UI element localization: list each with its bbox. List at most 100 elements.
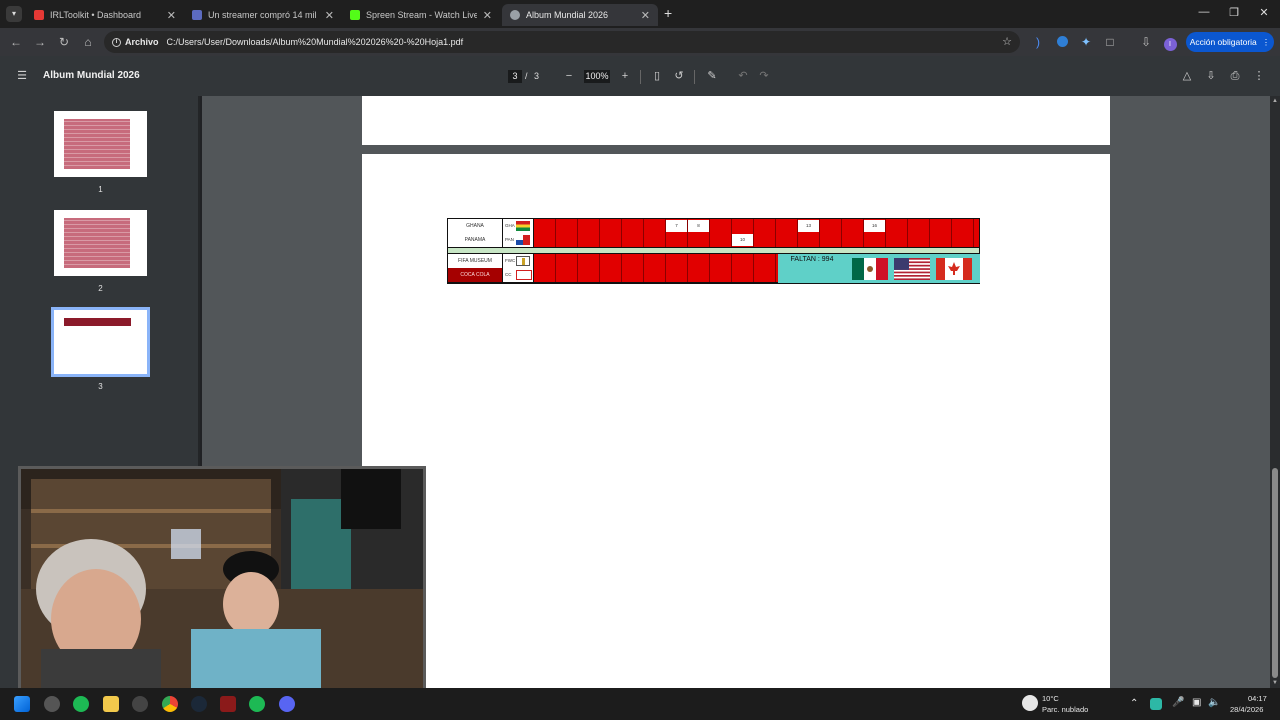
page-thumbnail-2[interactable] xyxy=(54,210,147,276)
tab-irltoolkit[interactable]: IRLToolkit • Dashboard ✕ xyxy=(26,4,184,26)
extensions-puzzle-icon[interactable]: □ xyxy=(1102,34,1118,50)
extension-blue-icon[interactable] xyxy=(1054,34,1070,50)
thumbnail-label: 3 xyxy=(98,382,103,391)
row-code-text: GHA xyxy=(505,223,515,228)
download-icon[interactable]: ⇩ xyxy=(1204,69,1218,83)
mexico-flag xyxy=(852,258,888,280)
page-thumbnail-3[interactable] xyxy=(51,307,150,377)
panama-flag-icon xyxy=(516,235,530,245)
scroll-down-icon[interactable]: ▼ xyxy=(1272,680,1278,686)
browser-toolbar: ← → ↻ ⌂ i Archivo C:/Users/User/Downloads… xyxy=(0,28,1280,56)
media-app-icon[interactable] xyxy=(220,696,236,712)
canada-flag xyxy=(936,258,972,280)
zoom-input[interactable]: 100% xyxy=(584,70,610,83)
discord-icon[interactable] xyxy=(279,696,295,712)
row-code: CC xyxy=(503,268,533,282)
microphone-icon[interactable]: 🎤 xyxy=(1172,697,1184,708)
tab-search-button[interactable]: ▾ xyxy=(6,6,22,22)
account-initial: I xyxy=(1163,38,1177,51)
display-icon[interactable]: ▣ xyxy=(1192,697,1201,708)
tab-album-mundial[interactable]: Album Mundial 2026 ✕ xyxy=(502,4,658,26)
redo-icon[interactable]: ↷ xyxy=(757,69,771,83)
tab-title: Un streamer compró 14 mil fig… xyxy=(208,10,319,20)
scrollbar-thumb[interactable] xyxy=(1272,468,1278,678)
usa-flag xyxy=(894,258,930,280)
close-tab-icon[interactable]: ✕ xyxy=(167,9,176,22)
volume-icon[interactable]: 🔈 xyxy=(1208,697,1220,708)
row-label: FIFA MUSEUM xyxy=(448,254,502,268)
app-icon[interactable] xyxy=(44,696,60,712)
owned-sticker-cell: 10 xyxy=(732,234,753,246)
file-chip[interactable]: i Archivo xyxy=(112,37,159,47)
weather-desc: Parc. nublado xyxy=(1042,705,1089,714)
row-label: COCA COLA xyxy=(448,268,502,282)
star-icon[interactable]: ☆ xyxy=(1002,35,1012,48)
extension-audio-icon[interactable]: ) xyxy=(1030,34,1046,50)
tab-title: IRLToolkit • Dashboard xyxy=(50,10,142,20)
tab-streamer-article[interactable]: Un streamer compró 14 mil fig… ✕ xyxy=(184,4,342,26)
row-code-text: PAN xyxy=(505,237,514,242)
more-options-icon[interactable]: ⋮ xyxy=(1252,69,1266,83)
clock-time[interactable]: 04:17 xyxy=(1248,694,1267,703)
reload-icon[interactable]: ↻ xyxy=(56,34,72,50)
downloads-icon[interactable]: ⇩ xyxy=(1138,34,1154,50)
page-separator: / xyxy=(525,71,528,81)
security-icon[interactable] xyxy=(1150,698,1162,710)
windows-taskbar: 10°C Parc. nublado ⌃ 🎤 ▣ 🔈 04:17 28/4/20… xyxy=(0,688,1280,720)
print-icon[interactable]: ⎙ xyxy=(1228,69,1242,83)
4k-downloader-icon[interactable] xyxy=(132,696,148,712)
clock-date[interactable]: 28/4/2026 xyxy=(1230,705,1263,714)
windows-start-icon[interactable] xyxy=(14,696,30,712)
tab-title: Spreen Stream - Watch Live on… xyxy=(366,10,477,20)
tray-chevron-icon[interactable]: ⌃ xyxy=(1130,698,1138,709)
spotify-icon[interactable] xyxy=(249,696,265,712)
page-thumbnail-1[interactable] xyxy=(54,111,147,177)
file-explorer-icon[interactable] xyxy=(103,696,119,712)
annotate-icon[interactable]: ✎ xyxy=(705,69,719,83)
row-code: GHA xyxy=(503,219,533,233)
drive-save-icon[interactable]: △ xyxy=(1180,69,1194,83)
weather-cloud-icon[interactable] xyxy=(1022,695,1038,711)
total-pages: 3 xyxy=(534,71,540,81)
scroll-up-icon[interactable]: ▲ xyxy=(1272,98,1278,104)
account-avatar[interactable]: I xyxy=(1162,34,1178,51)
thumbnail-label: 1 xyxy=(98,185,103,194)
zoom-out-icon[interactable]: − xyxy=(562,69,576,83)
webcam-overlay xyxy=(18,466,426,696)
kick-favicon-icon xyxy=(350,10,360,20)
close-tab-icon[interactable]: ✕ xyxy=(325,9,334,22)
new-tab-button[interactable]: + xyxy=(664,5,672,21)
address-bar[interactable]: i Archivo C:/Users/User/Downloads/Album%2… xyxy=(104,31,1020,53)
thumbnail-preview xyxy=(64,119,130,169)
steam-icon[interactable] xyxy=(191,696,207,712)
faltan-label: FALTAN : 994 xyxy=(790,256,834,263)
spotify-icon[interactable] xyxy=(73,696,89,712)
pdf-toolbar: ☰ Album Mundial 2026 3 / 3 − 100% + ▯ ↺ … xyxy=(0,56,1280,96)
tab-spreen-stream[interactable]: Spreen Stream - Watch Live on… ✕ xyxy=(342,4,500,26)
action-required-button[interactable]: Acción obligatoria ⋮ xyxy=(1186,32,1274,52)
minimize-icon[interactable]: — xyxy=(1194,6,1214,18)
ghana-flag-icon xyxy=(516,221,530,231)
globe-favicon-icon xyxy=(510,10,520,20)
close-window-icon[interactable]: ✕ xyxy=(1254,6,1274,19)
sticker-cells-row xyxy=(534,254,778,268)
info-icon: i xyxy=(112,37,121,47)
home-icon[interactable]: ⌂ xyxy=(80,34,96,50)
divider xyxy=(694,70,695,84)
world-cup-trophy-icon xyxy=(516,256,530,266)
zoom-in-icon[interactable]: + xyxy=(618,69,632,83)
forward-icon[interactable]: → xyxy=(32,34,48,50)
rotate-icon[interactable]: ↺ xyxy=(672,69,686,83)
page-number-input[interactable]: 3 xyxy=(508,70,522,83)
close-tab-icon[interactable]: ✕ xyxy=(641,9,650,22)
back-icon[interactable]: ← xyxy=(8,34,24,50)
extension-translate-icon[interactable]: ✦ xyxy=(1078,34,1094,50)
close-tab-icon[interactable]: ✕ xyxy=(483,9,492,22)
document-scrollbar[interactable]: ▲ ▼ xyxy=(1270,96,1280,688)
restore-icon[interactable]: ❐ xyxy=(1224,6,1244,19)
chrome-icon[interactable] xyxy=(162,696,178,712)
menu-icon[interactable]: ☰ xyxy=(15,69,29,83)
sticker-cells-row xyxy=(534,219,979,233)
fit-page-icon[interactable]: ▯ xyxy=(650,69,664,83)
undo-icon[interactable]: ↶ xyxy=(736,69,750,83)
